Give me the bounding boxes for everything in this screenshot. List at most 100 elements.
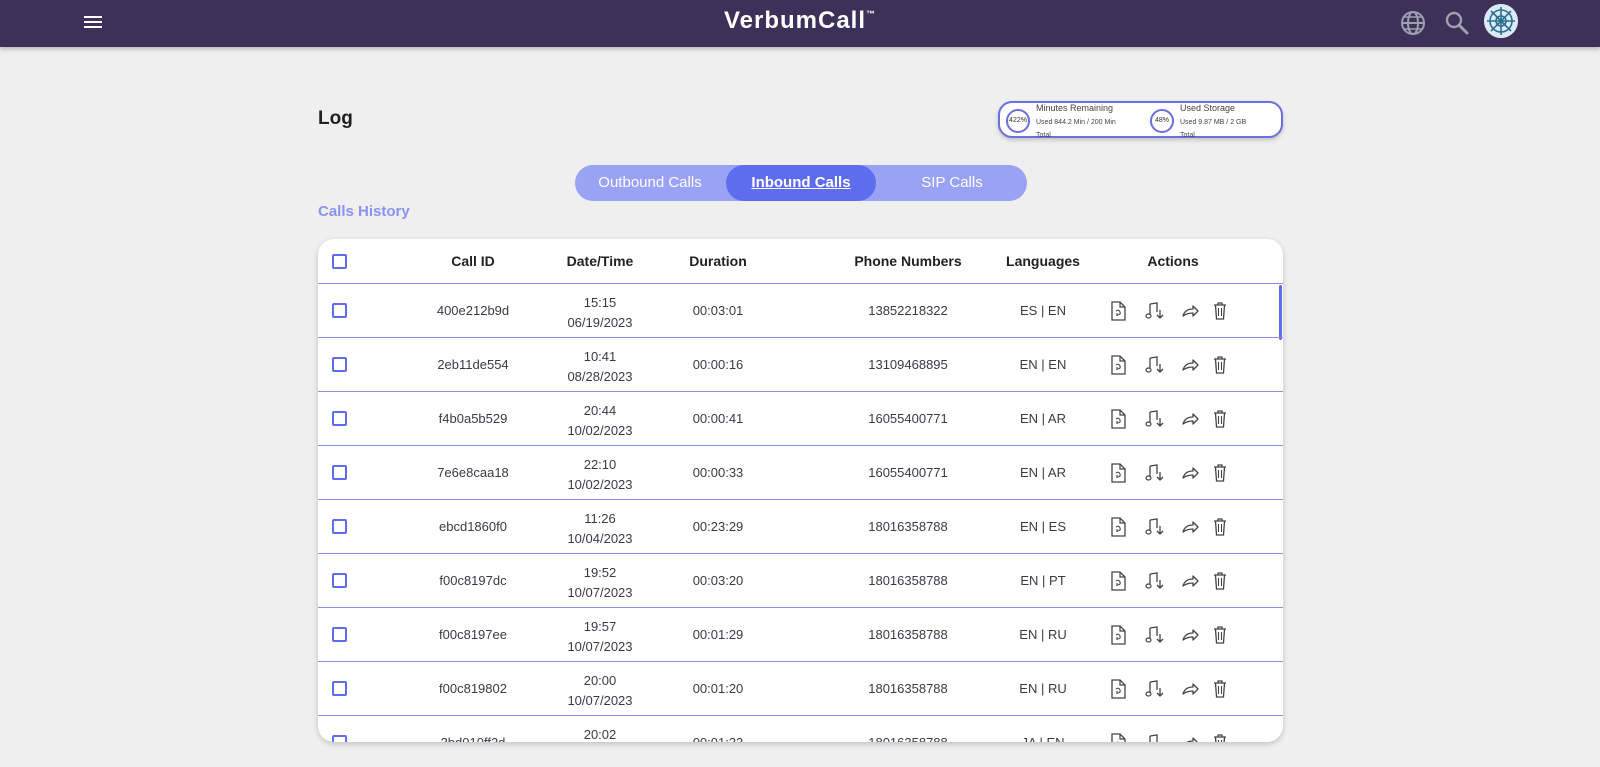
column-date-time[interactable]: Date/Time <box>530 253 670 269</box>
table-row[interactable]: 400e212b9d 15:15 06/19/2023 00:03:01 1385221… <box>318 284 1283 338</box>
column-phone-numbers[interactable]: Phone Numbers <box>823 253 993 269</box>
call-date: 08/28/2023 <box>567 369 633 384</box>
call-date: 10/02/2023 <box>567 477 633 492</box>
download-audio-icon[interactable] <box>1144 516 1164 538</box>
call-id: f4b0a5b529 <box>438 411 508 426</box>
call-time: 20:02 <box>583 727 617 742</box>
column-duration[interactable]: Duration <box>658 253 778 269</box>
share-arrow-icon[interactable] <box>1180 408 1200 430</box>
table-row[interactable]: ebcd1860f0 11:26 10/04/2023 00:23:29 1801635… <box>318 500 1283 554</box>
transcript-file-icon[interactable] <box>1108 678 1128 700</box>
transcript-file-icon[interactable] <box>1108 408 1128 430</box>
transcript-file-icon[interactable] <box>1108 732 1128 742</box>
call-date-time: 20:44 10/02/2023 <box>530 401 670 441</box>
row-checkbox[interactable] <box>332 519 347 534</box>
share-arrow-icon[interactable] <box>1180 300 1200 322</box>
minutes-percent-ring: 422% <box>1006 109 1030 133</box>
transcript-file-icon[interactable] <box>1108 570 1128 592</box>
download-audio-icon[interactable] <box>1144 354 1164 376</box>
tab-outbound-calls[interactable]: Outbound Calls <box>575 165 725 201</box>
call-date-time: 11:26 10/04/2023 <box>530 509 670 549</box>
trash-icon[interactable] <box>1210 354 1230 376</box>
table-row[interactable]: f00c819802 20:00 10/07/2023 00:01:20 1801635… <box>318 662 1283 716</box>
trash-icon[interactable] <box>1210 678 1230 700</box>
trash-icon[interactable] <box>1210 732 1230 742</box>
languages: JA | EN <box>978 735 1108 742</box>
call-time: 11:26 <box>584 511 616 526</box>
call-duration: 00:23:29 <box>692 519 744 534</box>
transcript-file-icon[interactable] <box>1108 300 1128 322</box>
tab-sip-calls[interactable]: SIP Calls <box>877 165 1027 201</box>
table-row[interactable]: 7e6e8caa18 22:10 10/02/2023 00:00:33 1605540… <box>318 446 1283 500</box>
download-audio-icon[interactable] <box>1144 624 1164 646</box>
download-audio-icon[interactable] <box>1144 570 1164 592</box>
transcript-file-icon[interactable] <box>1108 516 1128 538</box>
share-arrow-icon[interactable] <box>1180 354 1200 376</box>
call-date-time: 10:41 08/28/2023 <box>530 347 670 387</box>
select-all-checkbox[interactable] <box>332 254 347 269</box>
share-arrow-icon[interactable] <box>1180 678 1200 700</box>
trash-icon[interactable] <box>1210 516 1230 538</box>
call-id: 400e212b9d <box>436 303 510 318</box>
table-row[interactable]: f00c8197dc 19:52 10/07/2023 00:03:20 1801635… <box>318 554 1283 608</box>
app-logo[interactable]: VerbumCall™ <box>0 7 1600 35</box>
row-checkbox[interactable] <box>332 411 347 426</box>
call-type-tabs: Outbound Calls Inbound Calls SIP Calls <box>575 165 1027 201</box>
minutes-title: Minutes Remaining <box>1036 103 1114 113</box>
call-time: 15:15 <box>583 295 617 310</box>
row-checkbox[interactable] <box>332 627 347 642</box>
call-duration: 00:00:16 <box>692 357 744 372</box>
column-languages[interactable]: Languages <box>978 253 1108 269</box>
tab-inbound-calls[interactable]: Inbound Calls <box>726 165 876 201</box>
column-call-id[interactable]: Call ID <box>403 253 543 269</box>
minutes-detail: Used 844.2 Min / 200 Min Total <box>1036 116 1116 142</box>
row-checkbox[interactable] <box>332 357 347 372</box>
row-checkbox[interactable] <box>332 573 347 588</box>
trash-icon[interactable] <box>1210 570 1230 592</box>
share-arrow-icon[interactable] <box>1180 516 1200 538</box>
transcript-file-icon[interactable] <box>1108 462 1128 484</box>
call-time: 20:00 <box>583 673 617 688</box>
trash-icon[interactable] <box>1210 300 1230 322</box>
trash-icon[interactable] <box>1210 462 1230 484</box>
minutes-used: Used 844.2 Min / 200 Min <box>1036 119 1116 126</box>
download-audio-icon[interactable] <box>1144 300 1164 322</box>
call-date: 10/04/2023 <box>567 531 633 546</box>
share-arrow-icon[interactable] <box>1180 624 1200 646</box>
download-audio-icon[interactable] <box>1144 678 1164 700</box>
download-audio-icon[interactable] <box>1144 408 1164 430</box>
row-checkbox[interactable] <box>332 465 347 480</box>
share-arrow-icon[interactable] <box>1180 462 1200 484</box>
transcript-file-icon[interactable] <box>1108 624 1128 646</box>
share-arrow-icon[interactable] <box>1180 570 1200 592</box>
trash-icon[interactable] <box>1210 624 1230 646</box>
share-arrow-icon[interactable] <box>1180 732 1200 742</box>
languages: EN | AR <box>1019 411 1066 426</box>
search-icon[interactable] <box>1442 8 1472 38</box>
call-duration: 00:00:33 <box>692 465 744 480</box>
call-date: 10/07/2023 <box>567 693 633 708</box>
download-audio-icon[interactable] <box>1144 732 1164 742</box>
download-audio-icon[interactable] <box>1144 462 1164 484</box>
transcript-file-icon[interactable] <box>1108 354 1128 376</box>
page-title: Log <box>318 108 353 129</box>
trash-icon[interactable] <box>1210 408 1230 430</box>
row-checkbox[interactable] <box>332 681 347 696</box>
column-actions: Actions <box>1147 253 1199 269</box>
table-row[interactable]: f4b0a5b529 20:44 10/02/2023 00:00:41 1605540… <box>318 392 1283 446</box>
table-row[interactable]: 2eb11de554 10:41 08/28/2023 00:00:16 1310946… <box>318 338 1283 392</box>
call-date: 10/07/2023 <box>567 639 633 654</box>
row-checkbox[interactable] <box>332 735 347 742</box>
logo-trademark: ™ <box>866 9 877 19</box>
row-checkbox[interactable] <box>332 303 347 318</box>
storage-detail: Used 9.87 MB / 2 GB Total <box>1180 116 1246 142</box>
call-duration: 00:01:29 <box>692 627 744 642</box>
table-row[interactable]: f00c8197ee 19:57 10/07/2023 00:01:29 1801635… <box>318 608 1283 662</box>
table-row[interactable]: 3bd010ff2d 20:02 00:01:33 18016358788JA | E… <box>318 716 1283 742</box>
globe-icon[interactable] <box>1398 8 1428 38</box>
phone-number: 18016358788 <box>868 573 948 588</box>
avatar[interactable] <box>1484 4 1518 38</box>
table-body: 400e212b9d 15:15 06/19/2023 00:03:01 1385221… <box>318 284 1283 742</box>
call-id: 3bd010ff2d <box>403 735 543 742</box>
call-duration: 00:03:20 <box>692 573 744 588</box>
